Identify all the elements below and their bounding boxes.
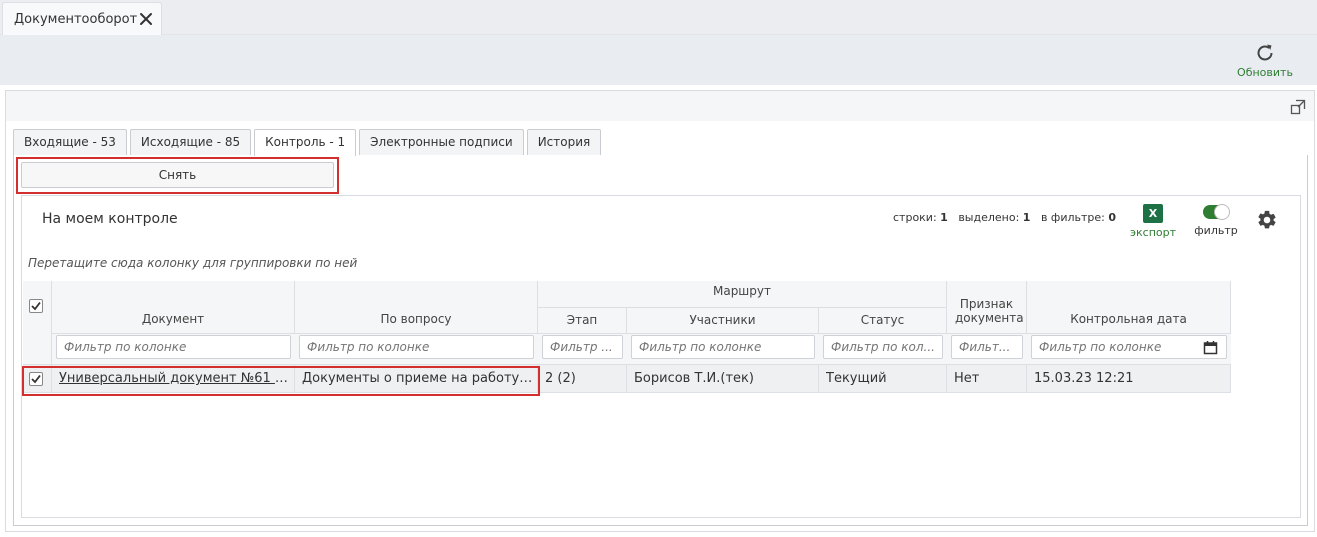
filter-input-document[interactable]	[56, 335, 291, 359]
export-label: экспорт	[1129, 226, 1177, 239]
refresh-icon	[1257, 44, 1273, 61]
tab-incoming[interactable]: Входящие - 53	[13, 129, 127, 155]
panel-header	[6, 91, 1314, 121]
column-label-control-date: Контрольная дата	[1070, 312, 1187, 326]
filter-toggle[interactable]: фильтр	[1190, 204, 1242, 237]
tab-e-signatures[interactable]: Электронные подписи	[359, 129, 524, 155]
column-label-route: Маршрут	[712, 284, 771, 298]
column-label-participants: Участники	[689, 313, 756, 327]
filter-input-stage[interactable]	[542, 335, 623, 359]
tab-outgoing[interactable]: Исходящие - 85	[129, 129, 252, 155]
highlight-frame-row	[22, 366, 540, 396]
remove-button[interactable]: Снять	[21, 162, 334, 188]
cell-control-date: 15.03.23 12:21	[1027, 365, 1231, 393]
column-header-status[interactable]: Статус	[819, 308, 947, 334]
column-header-stage[interactable]: Этап	[538, 308, 627, 334]
header-select-all-cell	[23, 281, 52, 365]
column-label-doc-flag: Признак документа	[955, 297, 1024, 325]
filter-input-participants[interactable]	[631, 335, 815, 359]
column-label-document: Документ	[141, 312, 205, 326]
column-header-control-date[interactable]: Контрольная дата	[1027, 281, 1231, 334]
doc-flag-text: Нет	[954, 371, 980, 386]
column-label-question: По вопросу	[380, 312, 452, 326]
column-header-question[interactable]: По вопросу	[295, 281, 538, 334]
toggle-switch-icon	[1203, 204, 1230, 220]
tab-bar: Входящие - 53 Исходящие - 85 Контроль - …	[13, 129, 604, 156]
participants-text: Борисов Т.И.(тек)	[634, 371, 754, 386]
status-text: Текущий	[826, 371, 887, 386]
calendar-icon[interactable]	[1203, 340, 1218, 355]
refresh-button[interactable]: Обновить	[1232, 40, 1298, 84]
filter-input-status[interactable]	[823, 335, 943, 359]
expand-window-icon[interactable]	[1290, 99, 1306, 115]
grid-stats: строки: 1 выделено: 1 в фильтре: 0	[893, 211, 1116, 224]
select-all-checkbox[interactable]	[29, 299, 43, 313]
gear-icon[interactable]	[1256, 209, 1278, 231]
toolbar	[0, 35, 1317, 85]
app-tab-documents[interactable]: Документооборот	[2, 2, 162, 36]
column-header-participants[interactable]: Участники	[627, 308, 819, 334]
control-date-text: 15.03.23 12:21	[1034, 371, 1134, 386]
cell-stage: 2 (2)	[538, 365, 627, 393]
cell-status: Текущий	[819, 365, 947, 393]
column-header-doc-flag[interactable]: Признак документа	[947, 281, 1027, 334]
cell-doc-flag: Нет	[947, 365, 1027, 393]
grid-title: На моем контроле	[42, 211, 178, 227]
column-label-status: Статус	[860, 313, 905, 327]
filtered-count-label: в фильтре:	[1040, 211, 1105, 224]
close-icon[interactable]	[139, 12, 153, 26]
filter-label: фильтр	[1194, 224, 1238, 237]
check-icon	[31, 301, 41, 311]
column-header-document[interactable]: Документ	[52, 281, 295, 334]
column-label-stage: Этап	[566, 313, 598, 327]
filtered-count-value: 0	[1108, 211, 1117, 224]
app-tab-label: Документооборот	[14, 12, 138, 27]
stage-text: 2 (2)	[545, 371, 576, 386]
filter-input-control-date[interactable]	[1031, 335, 1227, 359]
selected-count-value: 1	[1022, 211, 1031, 224]
filter-input-doc-flag[interactable]	[951, 335, 1023, 359]
tab-history[interactable]: История	[526, 129, 602, 155]
filter-input-question[interactable]	[299, 335, 534, 359]
export-button[interactable]: X экспорт	[1128, 204, 1178, 239]
app-tab-strip	[0, 0, 1317, 35]
rows-count-label: строки:	[893, 211, 937, 224]
selected-count-label: выделено:	[958, 211, 1020, 224]
group-by-hint: Перетащите сюда колонку для группировки …	[28, 256, 358, 270]
tab-control[interactable]: Контроль - 1	[254, 129, 357, 156]
rows-count-value: 1	[940, 211, 948, 224]
refresh-label: Обновить	[1237, 66, 1293, 79]
excel-icon: X	[1143, 204, 1163, 223]
column-group-route: Маршрут	[538, 281, 947, 308]
cell-participants: Борисов Т.И.(тек)	[627, 365, 819, 393]
